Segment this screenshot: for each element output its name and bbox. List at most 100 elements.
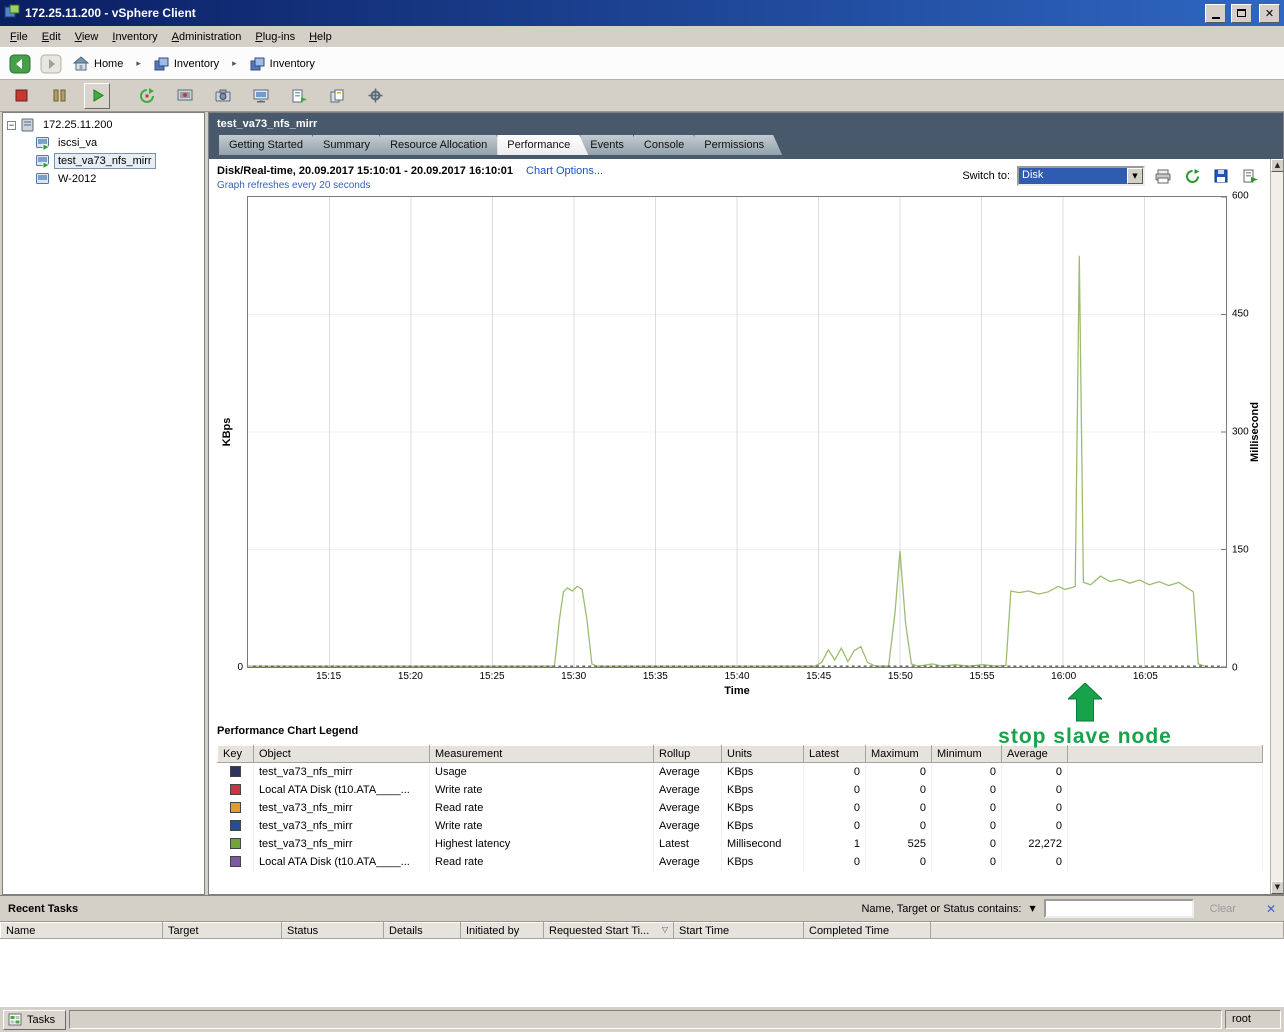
menu-plugins[interactable]: Plug-ins [248, 28, 302, 46]
open-console-button[interactable] [248, 83, 274, 109]
tasks-col-completed-time[interactable]: Completed Time [803, 922, 931, 939]
tasks-col-target[interactable]: Target [162, 922, 282, 939]
breadcrumb-separator-icon: ▸ [232, 58, 237, 69]
tasks-col-initiated-by[interactable]: Initiated by [460, 922, 544, 939]
menu-administration[interactable]: Administration [165, 28, 249, 46]
legend-latest: 0 [803, 816, 866, 835]
minimize-button[interactable] [1205, 3, 1226, 23]
tab-performance[interactable]: Performance [497, 135, 588, 155]
tasks-col-name[interactable]: Name [0, 922, 163, 939]
shutdown-guest-button[interactable] [172, 83, 198, 109]
tab-summary[interactable]: Summary [313, 135, 388, 155]
legend-col-latest[interactable]: Latest [803, 745, 866, 763]
export-button[interactable] [1239, 165, 1261, 187]
menu-view[interactable]: View [68, 28, 106, 46]
breadcrumb-home[interactable]: Home [70, 54, 126, 73]
tasks-toggle-button[interactable]: Tasks [3, 1009, 67, 1030]
legend-maximum: 0 [865, 798, 932, 817]
tasks-col-requested-start[interactable]: Requested Start Ti... ▽ [543, 922, 674, 939]
y-axis-tick-label: 0 [1232, 662, 1238, 674]
right-axis-title: Millisecond [1249, 402, 1261, 462]
legend-object: test_va73_nfs_mirr [253, 798, 430, 817]
legend-row[interactable]: Local ATA Disk (t10.ATA____... Write rat… [217, 780, 1263, 799]
dropdown-arrow-icon[interactable]: ▼ [1127, 168, 1143, 184]
save-button[interactable] [1210, 165, 1232, 187]
legend-latest: 0 [803, 762, 866, 781]
refresh-button[interactable] [1181, 165, 1203, 187]
legend-units: KBps [721, 816, 804, 835]
breadcrumb-inventory[interactable]: Inventory [151, 55, 222, 73]
forward-button[interactable] [39, 53, 63, 75]
tab-resource-allocation[interactable]: Resource Allocation [380, 135, 505, 155]
tasks-col-details[interactable]: Details [383, 922, 461, 939]
suspend-button[interactable] [46, 83, 72, 109]
legend-row[interactable]: test_va73_nfs_mirr Read rate Average KBp… [217, 798, 1263, 817]
tasks-col-start-time[interactable]: Start Time [673, 922, 804, 939]
tasks-col-requested-start-label: Requested Start Ti... [549, 924, 650, 937]
close-button[interactable]: ✕ [1259, 3, 1280, 23]
legend-maximum: 525 [865, 834, 932, 853]
performance-pane: Disk/Real-time, 20.09.2017 15:10:01 - 20… [209, 159, 1283, 894]
power-off-button[interactable] [8, 83, 34, 109]
window-title: 172.25.11.200 - vSphere Client [25, 6, 196, 20]
back-button[interactable] [8, 53, 32, 75]
power-on-button[interactable] [84, 82, 110, 109]
legend-col-object[interactable]: Object [253, 745, 430, 763]
tree-children: iscsi_va test_va73_nfs_mirr W-2012 [5, 134, 202, 188]
tab-getting-started[interactable]: Getting Started [219, 135, 321, 155]
legend-row[interactable]: test_va73_nfs_mirr Highest latency Lates… [217, 834, 1263, 853]
legend-col-measurement[interactable]: Measurement [429, 745, 654, 763]
edit-settings-button[interactable] [362, 83, 388, 109]
switch-to-value: Disk [1019, 168, 1127, 184]
switch-to-dropdown[interactable]: Disk ▼ [1017, 166, 1145, 186]
tree-item-host[interactable]: − 172.25.11.200 [5, 116, 202, 134]
legend-row[interactable]: test_va73_nfs_mirr Usage Average KBps 0 … [217, 762, 1263, 781]
tree-item-vm[interactable]: W-2012 [35, 170, 202, 188]
legend-row[interactable]: Local ATA Disk (t10.ATA____... Read rate… [217, 852, 1263, 871]
performance-scrollbar[interactable]: ▲ ▼ [1270, 159, 1283, 894]
legend-col-rollup[interactable]: Rollup [653, 745, 722, 763]
legend-col-units[interactable]: Units [721, 745, 804, 763]
menu-inventory[interactable]: Inventory [105, 28, 164, 46]
scroll-down-icon[interactable]: ▼ [1271, 881, 1283, 894]
x-axis-tick-label: 15:40 [724, 671, 750, 682]
performance-chart-plot[interactable] [247, 196, 1227, 668]
restore-button[interactable] [1231, 3, 1252, 23]
y-axis-tick-label: 450 [1232, 308, 1249, 320]
sort-indicator-icon: ▽ [661, 924, 668, 934]
filter-dropdown-icon[interactable]: ▼ [1027, 904, 1037, 913]
menu-edit[interactable]: Edit [35, 28, 68, 46]
take-snapshot-button[interactable] [210, 83, 236, 109]
x-axis-tick-label: 15:55 [969, 671, 995, 682]
tree-item-vm[interactable]: test_va73_nfs_mirr [35, 152, 202, 170]
legend-col-maximum[interactable]: Maximum [865, 745, 932, 763]
tab-permissions[interactable]: Permissions [694, 135, 782, 155]
print-button[interactable] [1152, 165, 1174, 187]
x-axis-tick-label: 16:05 [1132, 671, 1158, 682]
tab-console[interactable]: Console [634, 135, 702, 155]
left-axis-title: KBps [221, 417, 233, 447]
task-filter-input[interactable] [1043, 899, 1194, 918]
breadcrumb-inventory-2[interactable]: Inventory [247, 55, 318, 73]
legend-cell-filler [1067, 762, 1263, 781]
reset-button[interactable] [134, 83, 160, 109]
close-tasks-panel-icon[interactable]: ✕ [1266, 902, 1276, 916]
collapse-icon[interactable]: − [7, 120, 16, 130]
clone-button[interactable] [324, 83, 350, 109]
clear-filter-button[interactable]: Clear [1200, 901, 1246, 917]
menu-file[interactable]: File [3, 28, 35, 46]
tab-events[interactable]: Events [580, 135, 642, 155]
scroll-up-icon[interactable]: ▲ [1271, 159, 1283, 172]
legend-row[interactable]: test_va73_nfs_mirr Write rate Average KB… [217, 816, 1263, 835]
forward-arrow-icon [40, 54, 62, 73]
chart-options-link[interactable]: Chart Options... [526, 165, 603, 177]
migrate-button[interactable] [286, 83, 312, 109]
edit-settings-icon [368, 88, 382, 103]
x-axis-tick-label: 16:00 [1051, 671, 1077, 682]
legend-average: 0 [1001, 798, 1068, 817]
legend-col-key[interactable]: Key [217, 745, 254, 763]
menu-help[interactable]: Help [302, 28, 339, 46]
legend-rollup: Average [653, 780, 722, 799]
tree-item-vm[interactable]: iscsi_va [35, 134, 202, 152]
tasks-col-status[interactable]: Status [281, 922, 384, 939]
